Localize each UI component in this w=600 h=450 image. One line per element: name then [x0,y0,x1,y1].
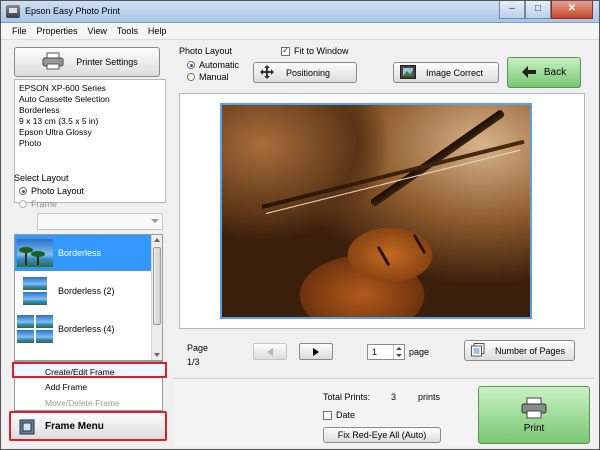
page-number-stepper[interactable]: 1 [367,344,405,360]
radio-indicator [187,73,195,81]
fix-red-eye-button[interactable]: Fix Red-Eye All (Auto) [323,427,441,443]
main-area: Photo Layout Automatic Manual Fit to Win… [173,43,595,447]
printer-icon [521,397,547,421]
positioning-button[interactable]: Positioning [253,62,357,83]
total-prints-label: Total Prints: [323,392,371,402]
page-indicator: Page 1/3 [187,341,208,369]
window-title: Epson Easy Photo Print [25,6,121,16]
page-label: Page [187,343,209,353]
scroll-thumb[interactable] [153,247,161,325]
menu-tools[interactable]: Tools [112,23,143,39]
menu-add-frame[interactable]: Add Frame [15,379,162,395]
radio-automatic[interactable]: Automatic [187,60,239,70]
page-count: 1/3 [187,357,200,367]
left-panel: Printer Settings EPSON XP-600 Series Aut… [9,43,169,443]
minimize-button[interactable]: – [499,1,525,19]
beach-thumbnail-4up [17,315,53,343]
stepper-down-icon [396,354,402,357]
layout-list: Borderless Borderless (2) Borderless (4) [14,234,163,361]
title-bar: Epson Easy Photo Print – □ ✕ [1,1,599,23]
maximize-button[interactable]: □ [525,1,551,19]
printer-settings-label: Printer Settings [76,57,138,67]
app-window: Epson Easy Photo Print – □ ✕ File Proper… [0,0,600,450]
triangle-left-icon [267,348,273,356]
paper-source: Auto Cassette Selection [19,94,110,104]
back-arrow-icon [521,65,536,80]
paper-type-line2: Photo [19,138,42,148]
menu-move-delete-frame[interactable]: Move/Delete Frame [15,395,162,411]
print-summary-panel: Total Prints: 3 prints Date Fix Red-Eye … [173,378,595,447]
photo-preview-violin[interactable] [220,103,532,319]
radio-indicator [187,61,195,69]
checkbox-indicator [281,45,290,56]
beach-thumbnail [17,239,53,267]
menu-file[interactable]: File [7,23,32,39]
stepper-arrows[interactable] [393,345,404,359]
back-button[interactable]: Back [507,57,581,88]
scroll-down-icon [154,353,160,357]
radio-indicator [19,200,27,208]
menu-view[interactable]: View [83,23,112,39]
frame-dropdown[interactable] [37,213,163,230]
radio-photo-layout[interactable]: Photo Layout [19,186,84,196]
triangle-right-icon [313,348,319,356]
page-unit-label: page [409,347,430,357]
printer-info-box: EPSON XP-600 Series Auto Cassette Select… [14,79,166,203]
window-controls: – □ ✕ [499,1,593,19]
paper-type-line1: Epson Ultra Glossy [19,127,92,137]
next-page-button[interactable] [299,343,333,360]
move-arrows-icon [260,64,274,81]
frame-icon [19,419,35,437]
layout-item-borderless[interactable]: Borderless [15,235,153,271]
layout-list-scrollbar[interactable] [151,235,162,360]
date-checkbox[interactable]: Date [323,410,355,420]
menu-bar: File Properties View Tools Help [1,23,599,40]
chevron-down-icon [151,219,159,223]
print-preview [179,93,585,329]
total-prints-value: 3 [391,392,397,402]
printer-icon [42,52,64,72]
radio-indicator [19,187,27,195]
photo-layout-title: Photo Layout [179,46,233,56]
frame-menu-popup: Create/Edit Frame Add Frame Move/Delete … [12,361,167,411]
paper-size: 9 x 13 cm (3.5 x 5 in) [19,116,99,126]
radio-manual[interactable]: Manual [187,72,229,82]
menu-properties[interactable]: Properties [32,23,83,39]
checkbox-indicator [323,410,332,420]
frame-menu-label: Frame Menu [45,420,104,432]
layout-item-borderless-4[interactable]: Borderless (4) [15,311,153,347]
printer-settings-button[interactable]: Printer Settings [14,47,160,77]
close-button[interactable]: ✕ [551,1,593,19]
frame-menu-button[interactable]: Frame Menu [9,411,167,441]
beach-thumbnail-2up [17,277,53,305]
total-prints-unit: prints [418,392,441,402]
image-correct-icon [400,64,416,81]
image-correct-button[interactable]: Image Correct [393,62,499,83]
prev-page-button[interactable] [253,343,287,360]
printer-model: EPSON XP-600 Series [19,83,106,93]
number-of-pages-button[interactable]: Number of Pages [464,340,575,361]
scroll-up-icon [154,238,160,242]
border-setting: Borderless [19,105,60,115]
printer-app-icon [6,5,20,18]
layout-item-borderless-2[interactable]: Borderless (2) [15,273,153,309]
pages-icon [471,342,485,359]
select-layout-title: Select Layout [14,173,69,183]
menu-create-edit-frame[interactable]: Create/Edit Frame [12,362,167,378]
stepper-up-icon [396,347,402,350]
menu-help[interactable]: Help [143,23,172,39]
print-button[interactable]: Print [478,386,590,444]
radio-frame[interactable]: Frame [19,199,57,209]
fit-to-window-checkbox[interactable]: Fit to Window [281,45,349,56]
page-number-value: 1 [372,347,378,357]
